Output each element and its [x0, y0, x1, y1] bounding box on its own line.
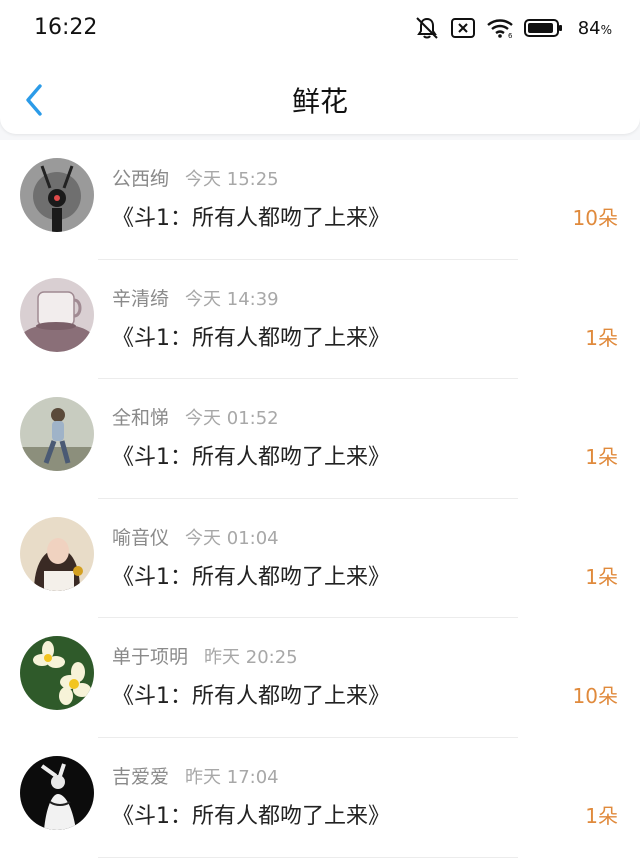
timestamp: 今天 14:39 — [185, 288, 279, 310]
timestamp: 今天 01:04 — [185, 527, 279, 549]
list-item[interactable]: 公西绚 今天 15:25 《斗1：所有人都吻了上来》 10朵 — [0, 140, 640, 260]
status-icons: 6 84% — [414, 14, 612, 42]
avatar[interactable] — [20, 277, 94, 352]
list-item[interactable]: 单于项明 昨天 20:25 《斗1：所有人都吻了上来》 10朵 — [0, 618, 640, 738]
nav-bar: 鲜花 — [0, 66, 640, 134]
mute-bell-icon — [414, 16, 440, 40]
avatar[interactable] — [20, 158, 94, 232]
timestamp: 昨天 17:04 — [185, 766, 279, 788]
avatar[interactable] — [20, 397, 94, 472]
list-item[interactable]: 全和悌 今天 01:52 《斗1：所有人都吻了上来》 1朵 — [0, 379, 640, 499]
item-header: 单于项明 昨天 20:25 — [112, 642, 298, 669]
user-name: 公西绚 — [112, 168, 170, 190]
timestamp: 今天 01:52 — [185, 408, 279, 430]
timestamp: 今天 15:25 — [185, 169, 279, 190]
item-header: 公西绚 今天 15:25 — [112, 164, 279, 191]
item-header: 吉爱爱 昨天 17:04 — [112, 762, 279, 789]
page-title: 鲜花 — [291, 85, 348, 118]
flower-count: 1朵 — [585, 564, 618, 589]
book-title: 《斗1：所有人都吻了上来》 — [112, 206, 390, 231]
user-name: 吉爱爱 — [112, 765, 170, 788]
flower-count: 10朵 — [572, 684, 618, 709]
status-time: 16:22 — [34, 15, 98, 40]
flower-count: 10朵 — [572, 206, 618, 230]
flower-count: 1朵 — [585, 803, 618, 828]
book-title: 《斗1：所有人都吻了上来》 — [112, 445, 390, 471]
flower-count: 1朵 — [585, 445, 618, 470]
book-title: 《斗1：所有人都吻了上来》 — [112, 803, 390, 829]
item-header: 辛清绮 今天 14:39 — [112, 284, 279, 311]
avatar[interactable] — [20, 516, 94, 591]
list-item[interactable]: 吉爱爱 昨天 17:04 《斗1：所有人都吻了上来》 1朵 — [0, 738, 640, 858]
timestamp: 昨天 20:25 — [204, 647, 298, 669]
app-header: 16:22 6 84% 鲜花 — [0, 0, 640, 134]
user-name: 喻音仪 — [112, 526, 170, 549]
book-title: 《斗1：所有人都吻了上来》 — [112, 684, 390, 710]
user-name: 全和悌 — [112, 407, 170, 430]
svg-text:6: 6 — [508, 32, 513, 39]
item-header: 全和悌 今天 01:52 — [112, 403, 279, 430]
status-bar: 16:22 6 84% — [0, 0, 640, 56]
book-title: 《斗1：所有人都吻了上来》 — [112, 325, 390, 351]
battery-icon — [523, 18, 564, 38]
list-item[interactable]: 辛清绮 今天 14:39 《斗1：所有人都吻了上来》 1朵 — [0, 260, 640, 380]
user-name: 单于项明 — [112, 646, 189, 669]
avatar[interactable] — [20, 636, 94, 711]
battery-percent: 84% — [577, 17, 612, 39]
sim-blocked-icon — [450, 17, 476, 39]
flower-list: 公西绚 今天 15:25 《斗1：所有人都吻了上来》 10朵 辛清绮 今天 14:3… — [0, 140, 640, 858]
flower-count: 1朵 — [585, 325, 618, 350]
avatar[interactable] — [20, 755, 94, 830]
book-title: 《斗1：所有人都吻了上来》 — [112, 564, 390, 590]
item-header: 喻音仪 今天 01:04 — [112, 523, 279, 550]
user-name: 辛清绮 — [112, 287, 170, 310]
list-item[interactable]: 喻音仪 今天 01:04 《斗1：所有人都吻了上来》 1朵 — [0, 499, 640, 619]
divider — [98, 856, 518, 858]
wifi-icon: 6 — [486, 17, 514, 39]
